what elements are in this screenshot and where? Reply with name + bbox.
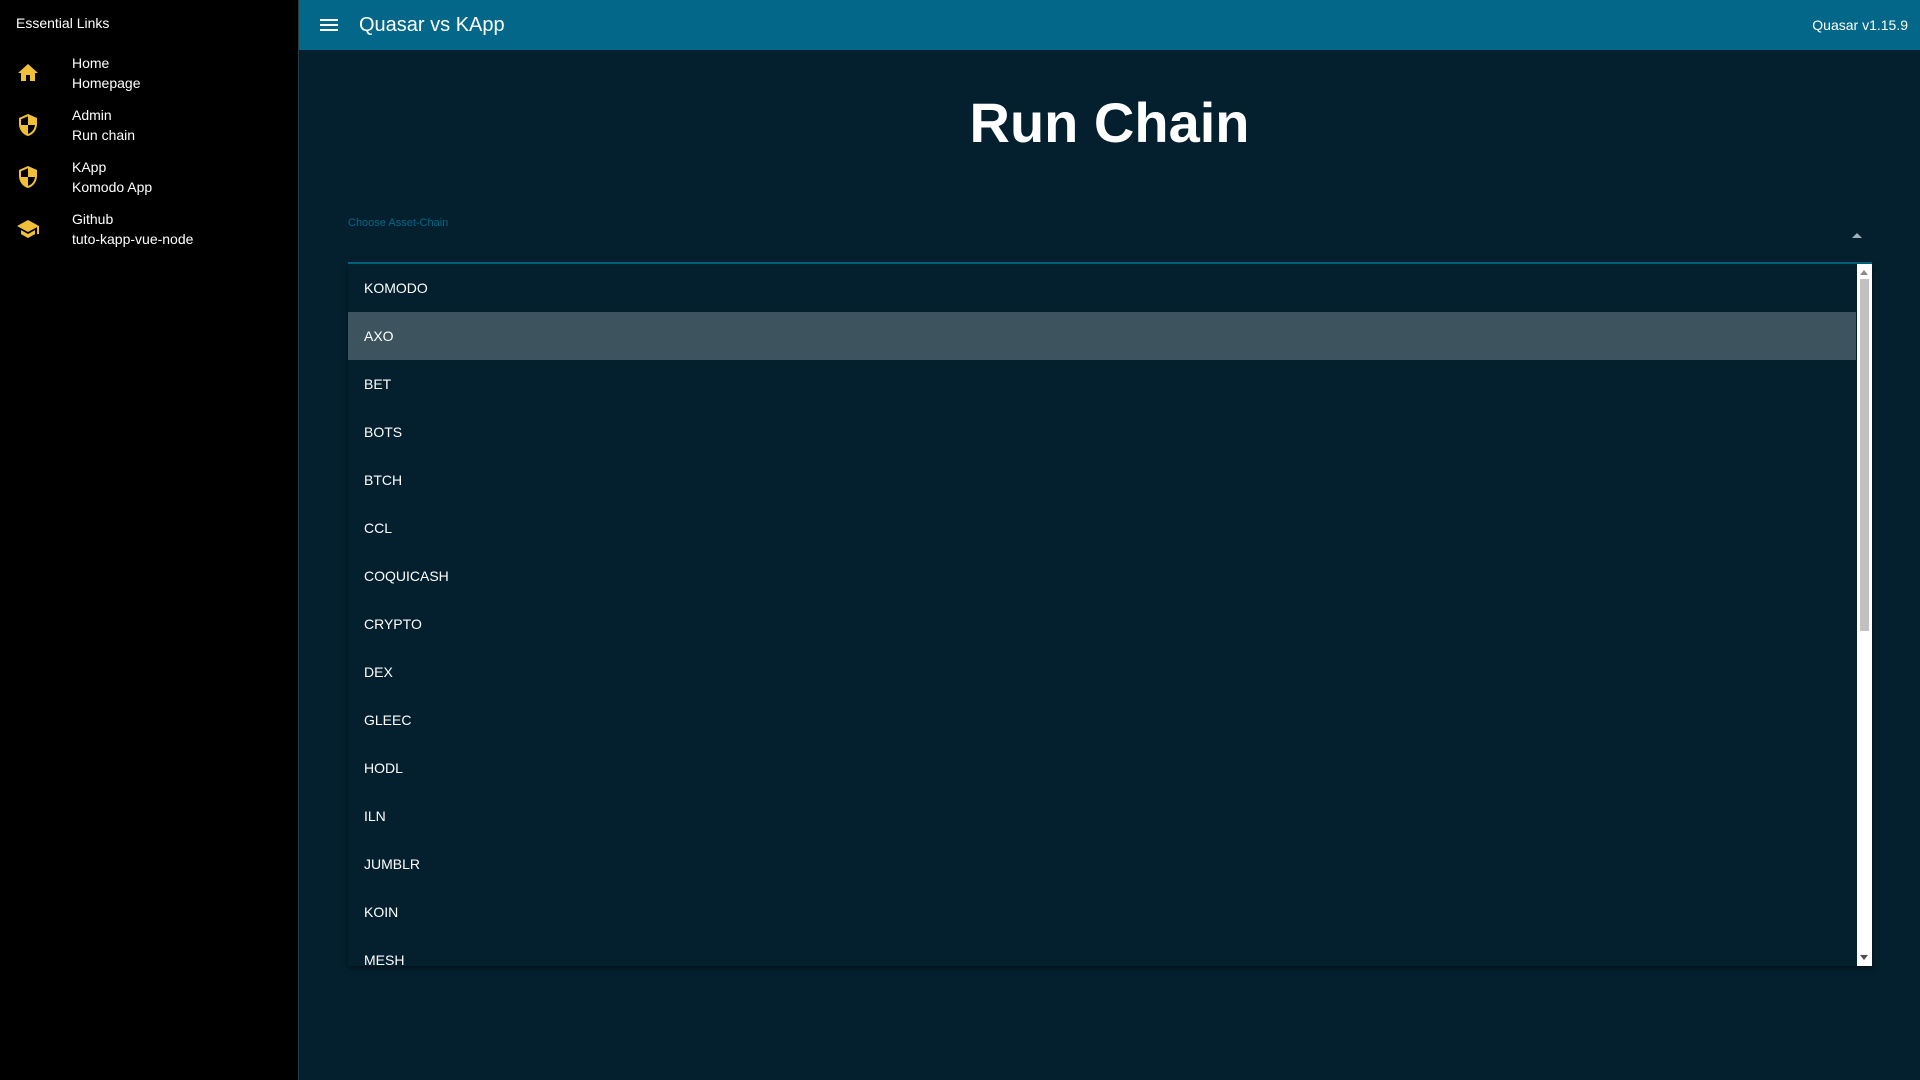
option-bet[interactable]: BET <box>348 360 1856 408</box>
option-bots[interactable]: BOTS <box>348 408 1856 456</box>
scroll-down-icon[interactable] <box>1860 955 1868 960</box>
shield-icon <box>0 113 56 137</box>
option-dex[interactable]: DEX <box>348 648 1856 696</box>
option-iln[interactable]: ILN <box>348 792 1856 840</box>
option-axo[interactable]: AXO <box>348 312 1856 360</box>
select-label: Choose Asset-Chain <box>348 217 449 229</box>
sidebar-item-github[interactable]: Github tuto-kapp-vue-node <box>0 203 298 255</box>
option-koin[interactable]: KOIN <box>348 888 1856 936</box>
arrow-up-icon[interactable] <box>1852 233 1862 238</box>
option-hodl[interactable]: HODL <box>348 744 1856 792</box>
menu-button[interactable] <box>315 11 343 39</box>
menu-icon <box>320 19 338 31</box>
sidebar-item-caption: tuto-kapp-vue-node <box>72 231 194 247</box>
app-header: Quasar vs KApp Quasar v1.15.9 <box>299 0 1920 50</box>
sidebar-item-title: Home <box>72 55 110 71</box>
version-label: Quasar v1.15.9 <box>1812 17 1908 33</box>
option-gleec[interactable]: GLEEC <box>348 696 1856 744</box>
sidebar-item-caption: Homepage <box>72 75 141 91</box>
scroll-up-icon[interactable] <box>1860 270 1868 275</box>
option-coquicash[interactable]: COQUICASH <box>348 552 1856 600</box>
sidebar-item-caption: Run chain <box>72 127 136 143</box>
option-crypto[interactable]: CRYPTO <box>348 600 1856 648</box>
school-icon <box>0 217 56 241</box>
option-ccl[interactable]: CCL <box>348 504 1856 552</box>
option-jumblr[interactable]: JUMBLR <box>348 840 1856 888</box>
page-title: Run Chain <box>969 91 1250 154</box>
option-list: KOMODO AXO BET BOTS BTCH CCL COQUICASH CRYPTO DE… <box>348 264 1872 966</box>
sidebar-item-title: Github <box>72 211 114 227</box>
scrollbar[interactable] <box>1857 264 1872 966</box>
sidebar-item-title: Admin <box>72 107 112 123</box>
sidebar-item-caption: Komodo App <box>72 179 153 195</box>
sidebar-item-kapp[interactable]: KApp Komodo App <box>0 151 298 203</box>
sidebar-drawer: Essential Links Home Homepage Admin Run … <box>0 0 299 1080</box>
home-icon <box>0 61 56 85</box>
option-komodo[interactable]: KOMODO <box>348 264 1856 312</box>
option-mesh[interactable]: MESH <box>348 936 1856 966</box>
shield-icon <box>0 165 56 189</box>
asset-chain-dropdown: KOMODO AXO BET BOTS BTCH CCL COQUICASH CRYPTO DE… <box>348 264 1872 966</box>
asset-chain-select[interactable]: Choose Asset-Chain <box>348 212 1872 264</box>
sidebar-item-home[interactable]: Home Homepage <box>0 47 298 99</box>
app-title: Quasar vs KApp <box>359 13 505 36</box>
scroll-thumb[interactable] <box>1860 279 1869 631</box>
sidebar-item-admin[interactable]: Admin Run chain <box>0 99 298 151</box>
sidebar-header: Essential Links <box>16 15 110 31</box>
option-btch[interactable]: BTCH <box>348 456 1856 504</box>
sidebar-item-title: KApp <box>72 159 107 175</box>
